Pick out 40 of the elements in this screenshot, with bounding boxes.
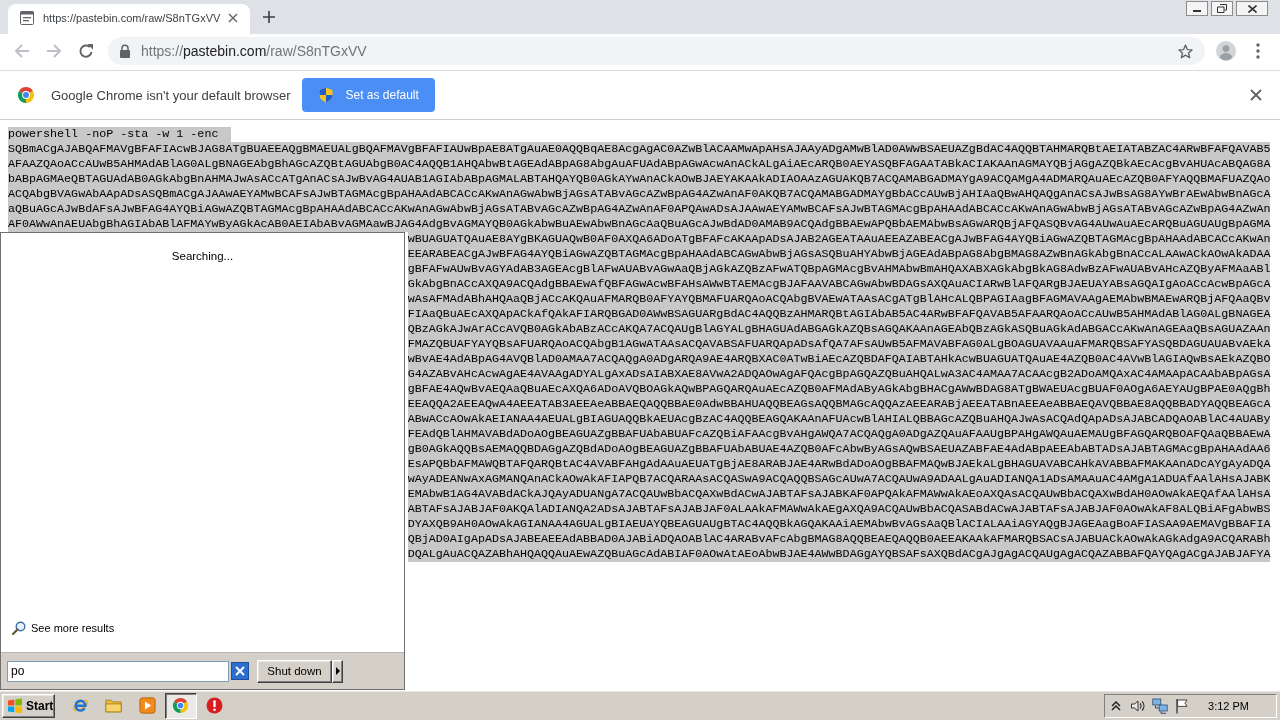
round-logo-icon <box>172 697 189 714</box>
shut-down-options-button[interactable] <box>332 659 343 683</box>
taskbar-button[interactable] <box>164 692 197 719</box>
caret-icon <box>335 667 340 675</box>
bookmark-star-icon[interactable] <box>1178 43 1193 59</box>
infobar-message: Google Chrome isn't your default browser <box>51 87 291 103</box>
browser-tab[interactable]: https://pastebin.com/raw/S8nTGxVV <box>8 4 250 34</box>
e-logo-icon <box>71 697 89 714</box>
shield-icon <box>318 87 335 103</box>
folder-icon <box>105 697 122 714</box>
restore-button[interactable] <box>1211 1 1233 16</box>
search-icon <box>12 621 26 635</box>
flag-icon[interactable] <box>1174 697 1191 714</box>
start-button[interactable]: Start <box>2 693 55 718</box>
close-icon[interactable] <box>1250 89 1262 101</box>
close-icon <box>1247 4 1257 13</box>
clear-icon[interactable] <box>231 662 249 680</box>
reload-icon[interactable] <box>78 43 94 59</box>
browser-logo-icon <box>17 86 35 104</box>
minimize-icon <box>1193 10 1201 12</box>
avatar-icon[interactable] <box>1216 41 1236 61</box>
search-field[interactable]: po <box>7 660 229 682</box>
network-icon[interactable] <box>1152 697 1169 714</box>
speaker-icon[interactable] <box>1130 697 1147 714</box>
see-more-results-link[interactable]: See more results <box>31 622 115 634</box>
play-icon <box>138 697 156 714</box>
minimize-button[interactable] <box>1186 1 1208 16</box>
address-field[interactable]: https://pastebin.com/raw/S8nTGxVV <box>108 37 1205 65</box>
lock-icon <box>119 44 131 58</box>
close-window-button[interactable] <box>1236 1 1268 16</box>
flag-logo-icon <box>7 697 23 714</box>
menu-icon[interactable] <box>1256 43 1260 59</box>
restore-icon <box>1217 4 1227 13</box>
clock: 3:12 PM <box>1208 699 1249 712</box>
alert-icon <box>205 697 223 714</box>
search-status: Searching... <box>171 249 234 263</box>
close-icon[interactable] <box>228 12 238 23</box>
new-tab-icon[interactable] <box>263 11 275 23</box>
shut-down-button[interactable]: Shut down <box>257 659 332 683</box>
page-icon <box>19 9 35 26</box>
